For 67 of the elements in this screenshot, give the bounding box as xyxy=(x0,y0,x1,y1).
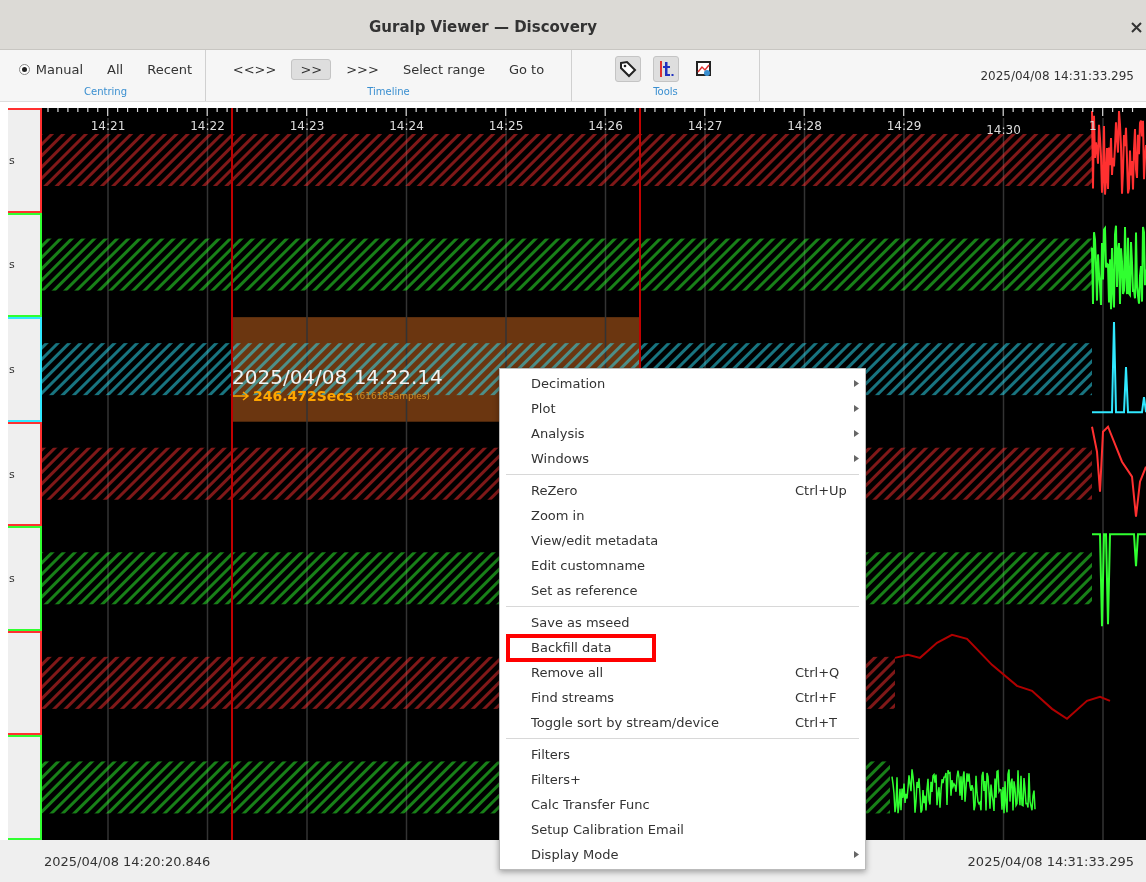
channel-label[interactable]: s xyxy=(8,421,42,527)
image-icon xyxy=(694,60,713,78)
group-label: Tools xyxy=(653,86,678,97)
group-label: Timeline xyxy=(367,86,410,97)
shortcut-label: Ctrl+F xyxy=(795,690,837,705)
toolbar-button[interactable]: >> xyxy=(291,58,332,80)
shortcut-label: Ctrl+Q xyxy=(795,665,840,680)
radio-button[interactable]: Manual xyxy=(9,58,93,80)
close-icon[interactable] xyxy=(1131,22,1142,33)
tick-label: 14:23 xyxy=(289,119,325,133)
menu-item[interactable]: Plot xyxy=(500,396,865,421)
tick-label: 14:29 xyxy=(886,119,922,133)
channel-label[interactable]: s xyxy=(8,108,42,213)
menu-item[interactable]: Set as reference xyxy=(500,578,865,603)
channel-label[interactable]: s xyxy=(8,526,42,631)
tool-button[interactable] xyxy=(652,56,679,82)
channel-name: s xyxy=(9,572,15,586)
menu-item[interactable]: Save as mseed xyxy=(500,610,865,635)
menu-item[interactable]: View/edit metadata xyxy=(500,528,865,553)
tick-label: 14:30 xyxy=(986,123,1021,137)
channel-label[interactable]: s xyxy=(8,212,42,318)
toolbar-button[interactable]: Recent xyxy=(138,58,202,80)
shortcut-label: Ctrl+T xyxy=(795,715,837,730)
end-time: 2025/04/08 14:31:33.295 xyxy=(967,853,1134,869)
shortcut-label: Ctrl+Up xyxy=(795,483,847,498)
menu-item[interactable]: Edit customname xyxy=(500,553,865,578)
menu-item[interactable]: Find streams Ctrl+F xyxy=(500,685,865,710)
tag-icon xyxy=(618,60,637,78)
menu-item[interactable]: Filters+ xyxy=(500,767,865,792)
channel-name: s xyxy=(9,258,15,272)
toolbar-button[interactable]: >>> xyxy=(337,58,388,80)
tick-label: 14:24 xyxy=(389,119,424,133)
toolbar-button[interactable]: All xyxy=(98,58,133,80)
tick-label: 14:26 xyxy=(588,119,623,133)
menu-item[interactable]: Filters xyxy=(500,742,865,767)
start-time: 2025/04/08 14:20:20.846 xyxy=(44,853,211,869)
menu-item[interactable]: Backfill data xyxy=(500,635,865,660)
menu-item[interactable]: Analysis xyxy=(500,421,865,446)
channel-name: s xyxy=(9,362,15,376)
tick-label: 14:28 xyxy=(787,119,822,133)
tick-label: 14:27 xyxy=(687,119,723,133)
current-time: 2025/04/08 14:31:33.295 xyxy=(980,68,1134,83)
menu-item[interactable]: Display Mode xyxy=(500,842,865,867)
menu-item[interactable]: Remove all Ctrl+Q xyxy=(500,660,865,685)
tick-label: 14:21 xyxy=(90,119,126,133)
menu-item[interactable]: Decimation xyxy=(500,371,865,396)
window-title: Guralp Viewer — Discovery xyxy=(369,17,597,36)
menu-item[interactable]: Setup Calibration Email xyxy=(500,817,865,842)
selection-duration: 246.472Secs xyxy=(253,388,353,404)
selection-samples: (61618Samples) xyxy=(356,391,431,401)
toolbar-button[interactable]: Go to xyxy=(499,58,554,80)
menu-item[interactable]: Zoom in xyxy=(500,503,865,528)
menu-item[interactable]: ReZero Ctrl+Up xyxy=(500,478,865,503)
selection-start-time: 2025/04/08 14.22.14 xyxy=(232,366,443,388)
toolbar-button[interactable]: <<>> xyxy=(223,58,286,80)
arrow-icon xyxy=(232,391,250,401)
menu-item[interactable]: Windows xyxy=(500,446,865,471)
tool-button[interactable] xyxy=(614,56,641,82)
channel-name: s xyxy=(9,467,15,481)
menu-item[interactable]: Calc Transfer Func xyxy=(500,792,865,817)
menu-item[interactable]: Toggle sort by stream/device Ctrl+T xyxy=(500,710,865,735)
tick-label: 14:22 xyxy=(190,119,225,133)
group-label: Centring xyxy=(84,86,127,97)
channel-name: s xyxy=(9,153,15,167)
tick-label: 14:25 xyxy=(488,119,524,133)
toolbar-button[interactable]: Select range xyxy=(393,58,494,80)
channel-label[interactable]: s xyxy=(8,317,42,422)
